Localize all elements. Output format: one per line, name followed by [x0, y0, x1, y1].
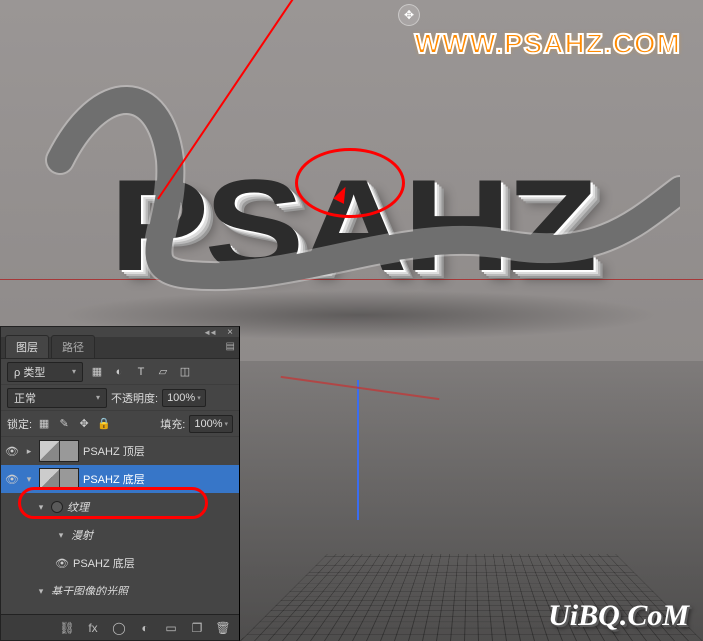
- filter-adjust-icon[interactable]: ◐: [111, 364, 127, 380]
- lock-all-icon[interactable]: 🔒: [96, 416, 112, 432]
- layer-filter-row: ρ 类型 ▾ ▦ ◐ T ▱ ◫: [1, 359, 239, 385]
- layer-sub-ibl-group[interactable]: ▾ 基于图像的光照: [1, 577, 239, 595]
- fill-value: 100%: [194, 418, 222, 430]
- caret-down-icon: ▾: [96, 393, 100, 402]
- filter-smart-icon[interactable]: ◫: [177, 364, 193, 380]
- tab-paths[interactable]: 路径: [51, 335, 95, 358]
- visibility-eye-icon[interactable]: 👁: [55, 556, 69, 570]
- expand-twisty-icon[interactable]: ▾: [23, 474, 35, 485]
- lock-label: 锁定:: [7, 416, 32, 432]
- lock-position-icon[interactable]: ✥: [76, 416, 92, 432]
- layer-thumbnail[interactable]: [39, 440, 79, 462]
- delete-layer-icon[interactable]: 🗑: [215, 620, 231, 636]
- filter-type-icon[interactable]: T: [133, 364, 149, 380]
- filter-shape-icon[interactable]: ▱: [155, 364, 171, 380]
- expand-twisty-icon[interactable]: ▾: [35, 586, 47, 596]
- tab-layers[interactable]: 图层: [5, 335, 49, 358]
- blend-mode-value: 正常: [14, 390, 36, 406]
- opacity-label: 不透明度:: [111, 390, 158, 406]
- layers-panel: × 图层 路径 ▤ ρ 类型 ▾ ▦ ◐ T ▱ ◫ 正常 ▾ 不透明度: 10…: [0, 326, 240, 641]
- annotation-ellipse-bottom: [18, 487, 208, 519]
- opacity-value: 100%: [167, 392, 195, 404]
- fill-field[interactable]: 100% ▾: [189, 415, 233, 433]
- link-layers-icon[interactable]: ⛓: [59, 620, 75, 636]
- visibility-eye-icon[interactable]: 👁: [5, 444, 19, 458]
- blend-mode-dropdown[interactable]: 正常 ▾: [7, 388, 107, 408]
- layer-name: PSAHZ 底层: [73, 555, 235, 571]
- layer-name: PSAHZ 底层: [83, 471, 235, 487]
- panel-grip[interactable]: ×: [1, 327, 239, 337]
- move-tool-widget[interactable]: ✥: [398, 4, 420, 26]
- lock-row: 锁定: ▦ ✎ ✥ 🔒 填充: 100% ▾: [1, 411, 239, 437]
- annotation-ellipse-top: [295, 148, 405, 218]
- layer-sub-diffuse[interactable]: ▾ 漫射: [1, 521, 239, 549]
- panel-close-icon[interactable]: ×: [227, 327, 233, 338]
- panel-tabs: 图层 路径 ▤: [1, 337, 239, 359]
- adjustment-icon[interactable]: ◐: [137, 620, 153, 636]
- watermark-bottom: UiBQ.CoM: [548, 599, 689, 633]
- filter-kind-dropdown[interactable]: ρ 类型 ▾: [7, 362, 83, 382]
- lock-pixels-icon[interactable]: ✎: [56, 416, 72, 432]
- fx-icon[interactable]: fx: [85, 620, 101, 636]
- caret-down-icon: ▾: [72, 367, 76, 376]
- layer-name: 基于图像的光照: [51, 583, 235, 595]
- panel-menu-icon[interactable]: ▤: [226, 341, 235, 352]
- fill-label: 填充:: [160, 416, 185, 432]
- expand-twisty-icon[interactable]: ▾: [55, 530, 67, 541]
- axis-z-indicator[interactable]: [357, 380, 359, 520]
- filter-pixel-icon[interactable]: ▦: [89, 364, 105, 380]
- mask-icon[interactable]: ◯: [111, 620, 127, 636]
- blend-mode-row: 正常 ▾ 不透明度: 100% ▾: [1, 385, 239, 411]
- watermark-top: WWW.PSAHZ.COM: [414, 28, 681, 60]
- opacity-field[interactable]: 100% ▾: [162, 389, 206, 407]
- layer-leaf-psahz[interactable]: 👁 PSAHZ 底层: [1, 549, 239, 577]
- group-icon[interactable]: ▭: [163, 620, 179, 636]
- layer-name: 漫射: [71, 527, 235, 543]
- lock-transparency-icon[interactable]: ▦: [36, 416, 52, 432]
- layer-name: PSAHZ 顶层: [83, 443, 235, 459]
- caret-down-icon: ▾: [197, 394, 201, 402]
- layer-item-top[interactable]: 👁 ▸ PSAHZ 顶层: [1, 437, 239, 465]
- visibility-eye-icon[interactable]: 👁: [5, 472, 19, 486]
- move-icon: ✥: [404, 8, 414, 22]
- panel-bottom-bar: ⛓ fx ◯ ◐ ▭ ❐ 🗑: [1, 614, 239, 640]
- expand-twisty-icon[interactable]: ▸: [23, 446, 35, 457]
- new-layer-icon[interactable]: ❐: [189, 620, 205, 636]
- caret-down-icon: ▾: [224, 420, 228, 428]
